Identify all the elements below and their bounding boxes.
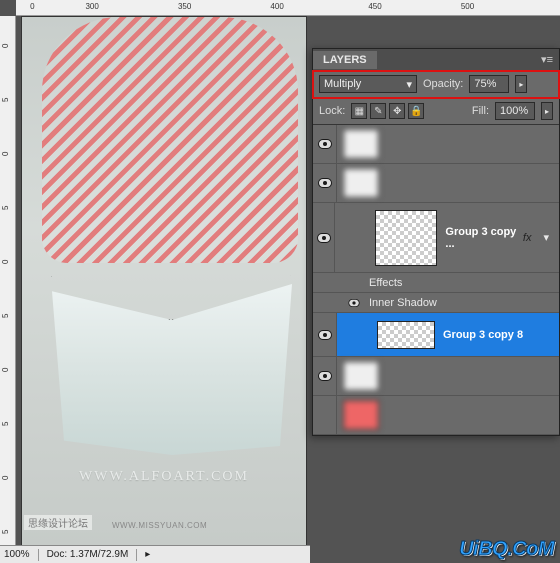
flyout-arrow-icon[interactable]: ▸ bbox=[145, 549, 150, 560]
fill-input[interactable]: 100% bbox=[495, 102, 535, 120]
ruler-tick: 0 bbox=[1, 260, 10, 264]
ruler-tick: 300 bbox=[85, 2, 98, 11]
ruler-tick: 5 bbox=[1, 98, 10, 102]
effect-inner-shadow[interactable]: Inner Shadow bbox=[313, 293, 559, 313]
ruler-horizontal: 0 300 350 400 450 500 bbox=[16, 0, 560, 16]
lock-label: Lock: bbox=[319, 105, 345, 117]
fx-collapse-icon[interactable]: ▾ bbox=[543, 231, 549, 244]
lock-transparency-icon[interactable]: ▦ bbox=[351, 103, 367, 119]
divider bbox=[136, 549, 137, 561]
opacity-label: Opacity: bbox=[423, 78, 463, 90]
ruler-tick: 450 bbox=[368, 2, 381, 11]
missyuan-watermark: WWW.MISSYUAN.COM bbox=[112, 521, 207, 530]
ruler-tick: 5 bbox=[1, 314, 10, 318]
site-brand-watermark: UiBQ.CoM bbox=[459, 538, 554, 561]
opacity-input[interactable]: 75% bbox=[469, 75, 509, 93]
status-bar: 100% Doc: 1.37M/72.9M ▸ bbox=[0, 545, 310, 563]
layer-row[interactable] bbox=[313, 357, 559, 396]
ruler-tick: 5 bbox=[1, 530, 10, 534]
document-canvas[interactable]: WWW.ALFOART.COM 思缘设计论坛 WWW.MISSYUAN.COM bbox=[21, 16, 307, 546]
chevron-down-icon: ▾ bbox=[406, 78, 412, 91]
layer-row[interactable] bbox=[313, 164, 559, 203]
layers-panel: LAYERS ▾≡ Multiply ▾ Opacity: 75% ▸ Lock… bbox=[312, 48, 560, 436]
ruler-tick: 350 bbox=[178, 2, 191, 11]
visibility-toggle-icon[interactable] bbox=[318, 330, 332, 340]
layer-list: Group 3 copy ... fx ▾ Effects Inner Shad… bbox=[313, 125, 559, 435]
ruler-vertical: 0 5 0 5 0 5 0 5 0 5 bbox=[0, 16, 16, 556]
ruler-tick: 0 bbox=[1, 368, 10, 372]
layer-row-selected[interactable]: Group 3 copy 8 bbox=[313, 313, 559, 357]
divider bbox=[38, 549, 39, 561]
panel-tabbar: LAYERS ▾≡ bbox=[313, 49, 559, 71]
blend-mode-select[interactable]: Multiply ▾ bbox=[319, 75, 417, 93]
blend-mode-value: Multiply bbox=[324, 78, 361, 90]
panel-menu-icon[interactable]: ▾≡ bbox=[535, 53, 559, 66]
tab-layers[interactable]: LAYERS bbox=[313, 51, 377, 69]
ruler-tick: 500 bbox=[461, 2, 474, 11]
zoom-readout[interactable]: 100% bbox=[4, 549, 30, 560]
layer-thumbnail bbox=[343, 168, 379, 198]
opacity-value: 75% bbox=[474, 78, 496, 90]
layer-thumbnail bbox=[343, 129, 379, 159]
layer-thumbnail bbox=[343, 400, 379, 430]
lock-buttons: ▦ ✎ ✥ 🔒 bbox=[351, 103, 424, 119]
canvas-watermark: WWW.ALFOART.COM bbox=[22, 469, 306, 485]
visibility-toggle-icon[interactable] bbox=[318, 371, 332, 381]
lock-fill-row: Lock: ▦ ✎ ✥ 🔒 Fill: 100% ▸ bbox=[313, 98, 559, 125]
lock-position-icon[interactable]: ✥ bbox=[389, 103, 405, 119]
layer-row-ice[interactable]: Group 3 copy ... fx ▾ bbox=[313, 203, 559, 273]
layer-thumbnail bbox=[377, 321, 435, 349]
fill-flyout-icon[interactable]: ▸ bbox=[541, 102, 553, 120]
lock-pixels-icon[interactable]: ✎ bbox=[370, 103, 386, 119]
blend-opacity-row: Multiply ▾ Opacity: 75% ▸ bbox=[313, 71, 559, 98]
layer-name-censored bbox=[383, 177, 390, 189]
doc-size-readout: Doc: 1.37M/72.9M bbox=[47, 549, 129, 560]
layer-row[interactable] bbox=[313, 396, 559, 435]
ruler-tick: 0 bbox=[30, 2, 34, 11]
visibility-toggle-icon[interactable] bbox=[348, 299, 359, 307]
effect-name: Inner Shadow bbox=[369, 297, 437, 309]
forum-watermark: 思缘设计论坛 bbox=[24, 515, 92, 530]
quickmask-overlay bbox=[42, 17, 298, 263]
ruler-tick: 400 bbox=[270, 2, 283, 11]
layer-thumbnail bbox=[375, 210, 437, 266]
layer-row[interactable] bbox=[313, 125, 559, 164]
layer-name-censored bbox=[383, 370, 390, 382]
ruler-tick: 0 bbox=[1, 44, 10, 48]
layer-thumbnail bbox=[343, 361, 379, 391]
fill-label: Fill: bbox=[472, 105, 489, 117]
lock-all-icon[interactable]: 🔒 bbox=[408, 103, 424, 119]
visibility-toggle-icon[interactable] bbox=[318, 178, 332, 188]
fx-badge[interactable]: fx bbox=[523, 232, 532, 244]
visibility-toggle-icon[interactable] bbox=[318, 139, 332, 149]
ruler-tick: 0 bbox=[1, 152, 10, 156]
layer-name-censored bbox=[383, 138, 390, 150]
fill-value: 100% bbox=[500, 105, 528, 117]
layer-name[interactable]: Group 3 copy 8 bbox=[439, 329, 523, 341]
visibility-toggle-icon[interactable] bbox=[317, 233, 331, 243]
effects-label: Effects bbox=[369, 277, 402, 289]
ruler-tick: 5 bbox=[1, 422, 10, 426]
ruler-tick: 0 bbox=[1, 476, 10, 480]
effects-header[interactable]: Effects bbox=[313, 273, 559, 293]
ruler-tick: 5 bbox=[1, 206, 10, 210]
layer-name[interactable]: Group 3 copy ... bbox=[441, 226, 519, 250]
opacity-flyout-icon[interactable]: ▸ bbox=[515, 75, 527, 93]
